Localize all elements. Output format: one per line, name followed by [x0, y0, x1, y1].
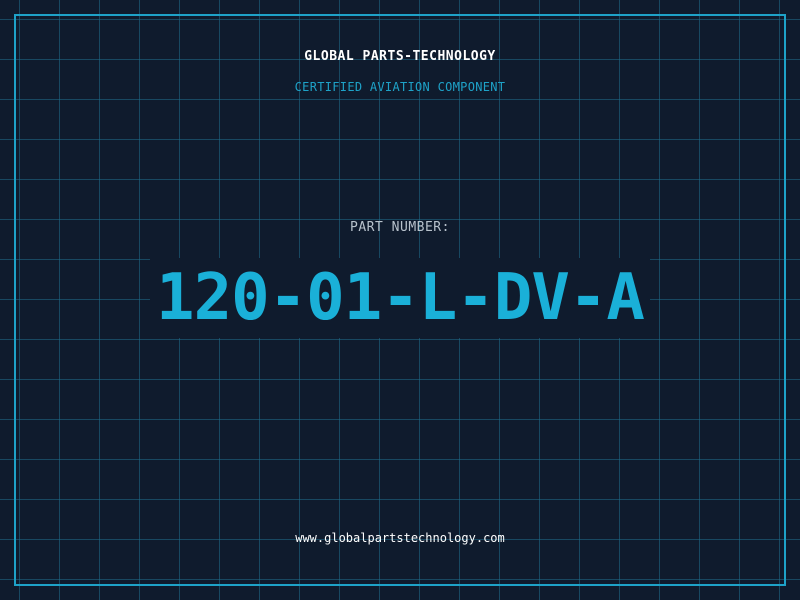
- part-number-value: 120-01-L-DV-A: [150, 258, 650, 338]
- website-url: www.globalpartstechnology.com: [295, 531, 505, 545]
- part-number-container: 120-01-L-DV-A: [0, 258, 800, 338]
- brand-title: GLOBAL PARTS-TECHNOLOGY: [304, 49, 496, 64]
- certification-subtitle: CERTIFIED AVIATION COMPONENT: [294, 80, 506, 94]
- part-number-label: PART NUMBER:: [350, 220, 450, 235]
